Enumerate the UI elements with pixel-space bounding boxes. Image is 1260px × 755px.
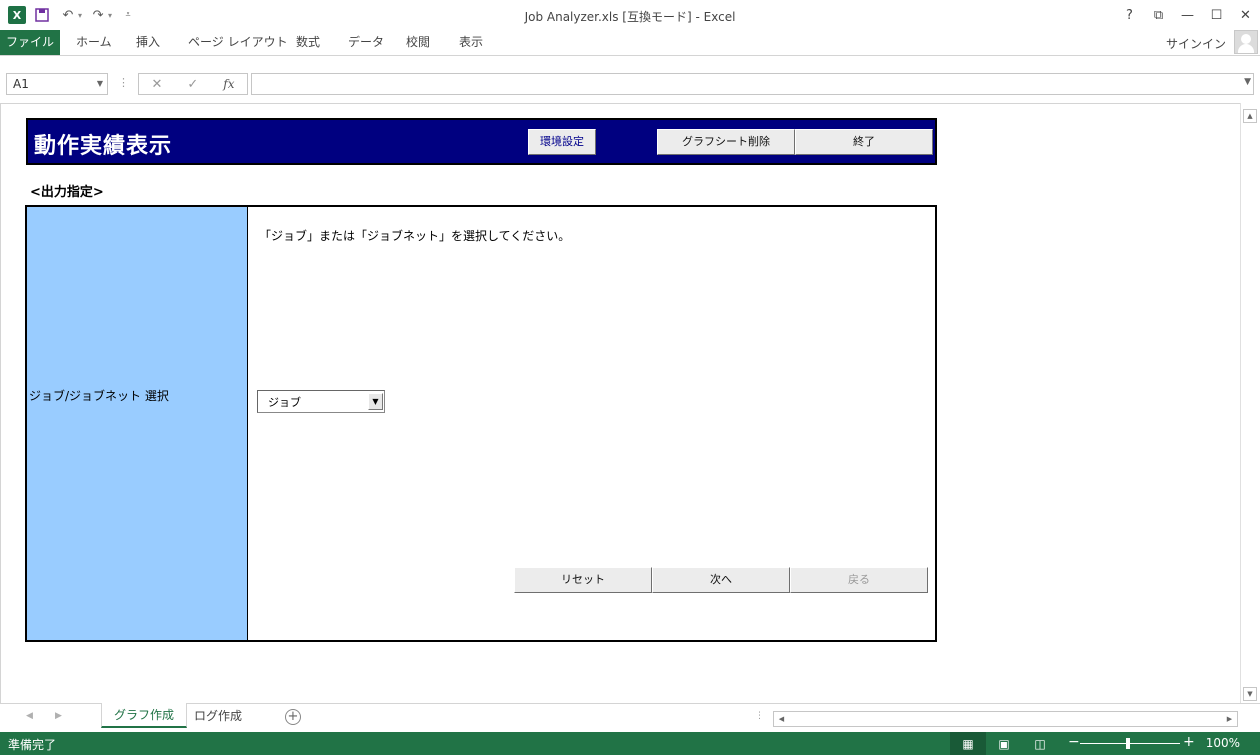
enter-icon[interactable]: ✓: [187, 77, 198, 92]
chevron-down-icon[interactable]: ▼: [368, 393, 383, 410]
back-button[interactable]: 戻る: [790, 567, 928, 593]
scroll-left-icon[interactable]: ◀: [775, 713, 788, 725]
tab-page-layout[interactable]: ページ レイアウト: [180, 30, 296, 55]
sheet-tab-log[interactable]: ログ作成: [182, 704, 254, 729]
next-button[interactable]: 次へ: [652, 567, 790, 593]
ribbon-tabs: ファイル ホーム 挿入 ページ レイアウト 数式 データ 校閲 表示 サインイン: [0, 30, 1260, 55]
zoom-slider[interactable]: [1080, 743, 1180, 744]
close-button[interactable]: ✕: [1231, 0, 1260, 30]
tab-home[interactable]: ホーム: [68, 30, 120, 55]
view-switcher: ▦ ▣ ◫: [950, 732, 1058, 755]
formula-bar: A1 ▼ ⋮ ✕ ✓ fx ▼: [0, 55, 1260, 103]
horizontal-scrollbar[interactable]: ◀ ▶: [773, 711, 1238, 727]
tab-file[interactable]: ファイル: [0, 30, 60, 55]
chevron-down-icon[interactable]: ▼: [97, 74, 103, 94]
maximize-button[interactable]: ☐: [1202, 0, 1231, 30]
signin-link[interactable]: サインイン: [1166, 35, 1226, 52]
name-box-value: A1: [13, 77, 29, 91]
job-type-select[interactable]: ジョブ ▼: [257, 390, 385, 413]
scroll-up-icon[interactable]: ▲: [1243, 109, 1257, 123]
expand-formula-icon[interactable]: ▼: [1244, 77, 1251, 87]
section-label: <出力指定>: [30, 185, 104, 200]
avatar[interactable]: [1234, 30, 1258, 54]
zoom-level[interactable]: 100%: [1206, 736, 1240, 750]
prev-sheet-icon[interactable]: ◀: [26, 711, 33, 721]
scroll-right-icon[interactable]: ▶: [1223, 713, 1236, 725]
page-break-view-icon[interactable]: ◫: [1022, 732, 1058, 755]
window-controls: ? ⧉ — ☐ ✕: [1115, 0, 1260, 30]
reset-button[interactable]: リセット: [514, 567, 652, 593]
add-sheet-icon[interactable]: +: [285, 709, 301, 725]
sheet-tabs-bar: ◀ ▶ グラフ作成 ログ作成 + ⋮ ◀ ▶: [0, 703, 1260, 732]
label-column: ジョブ/ジョブネット 選択: [27, 207, 248, 640]
ribbon-display-icon[interactable]: ⧉: [1144, 0, 1173, 30]
tab-data[interactable]: データ: [340, 30, 392, 55]
tab-split-grip-icon[interactable]: ⋮: [755, 711, 764, 721]
row-label: ジョブ/ジョブネット 選択: [29, 389, 169, 403]
sheet-header: 動作実績表示 環境設定 グラフシート削除 終了: [26, 118, 937, 165]
insert-function-icon[interactable]: fx: [223, 77, 234, 91]
delete-graph-sheet-button[interactable]: グラフシート削除: [657, 129, 795, 155]
page-layout-view-icon[interactable]: ▣: [986, 732, 1022, 755]
status-text: 準備完了: [8, 738, 57, 752]
instruction-text: 「ジョブ」または「ジョブネット」を選択してください。: [259, 229, 571, 243]
zoom-in-icon[interactable]: +: [1183, 734, 1195, 750]
normal-view-icon[interactable]: ▦: [950, 732, 986, 755]
next-sheet-icon[interactable]: ▶: [55, 711, 62, 721]
job-type-value: ジョブ: [268, 396, 301, 409]
cancel-icon[interactable]: ✕: [151, 77, 162, 92]
minimize-button[interactable]: —: [1173, 0, 1202, 30]
name-box[interactable]: A1 ▼: [6, 73, 108, 95]
status-bar: 準備完了 ▦ ▣ ◫ − + 100%: [0, 732, 1260, 755]
scroll-down-icon[interactable]: ▼: [1243, 687, 1257, 701]
zoom-out-icon[interactable]: −: [1068, 734, 1080, 750]
sheet-title: 動作実績表示: [34, 134, 173, 159]
formula-input[interactable]: ▼: [251, 73, 1254, 95]
help-icon[interactable]: ?: [1115, 0, 1144, 30]
env-settings-button[interactable]: 環境設定: [528, 129, 596, 155]
formula-bar-grip-icon[interactable]: ⋮: [118, 76, 129, 89]
title-bar: X ↶ ▾ ↷ ▾ ⩡ Job Analyzer.xls [互換モード] - E…: [0, 0, 1260, 30]
tab-view[interactable]: 表示: [451, 30, 491, 55]
sheet-tab-graph[interactable]: グラフ作成: [101, 703, 188, 728]
tab-formulas[interactable]: 数式: [288, 30, 328, 55]
output-spec-panel: ジョブ/ジョブネット 選択 「ジョブ」または「ジョブネット」を選択してください。…: [25, 205, 937, 642]
zoom-slider-thumb[interactable]: [1126, 738, 1130, 749]
formula-buttons: ✕ ✓ fx: [138, 73, 248, 95]
tab-insert[interactable]: 挿入: [128, 30, 168, 55]
vertical-scrollbar[interactable]: ▲ ▼: [1240, 103, 1260, 703]
tab-review[interactable]: 校閲: [398, 30, 438, 55]
exit-button[interactable]: 終了: [795, 129, 933, 155]
window-title: Job Analyzer.xls [互換モード] - Excel: [524, 10, 736, 24]
